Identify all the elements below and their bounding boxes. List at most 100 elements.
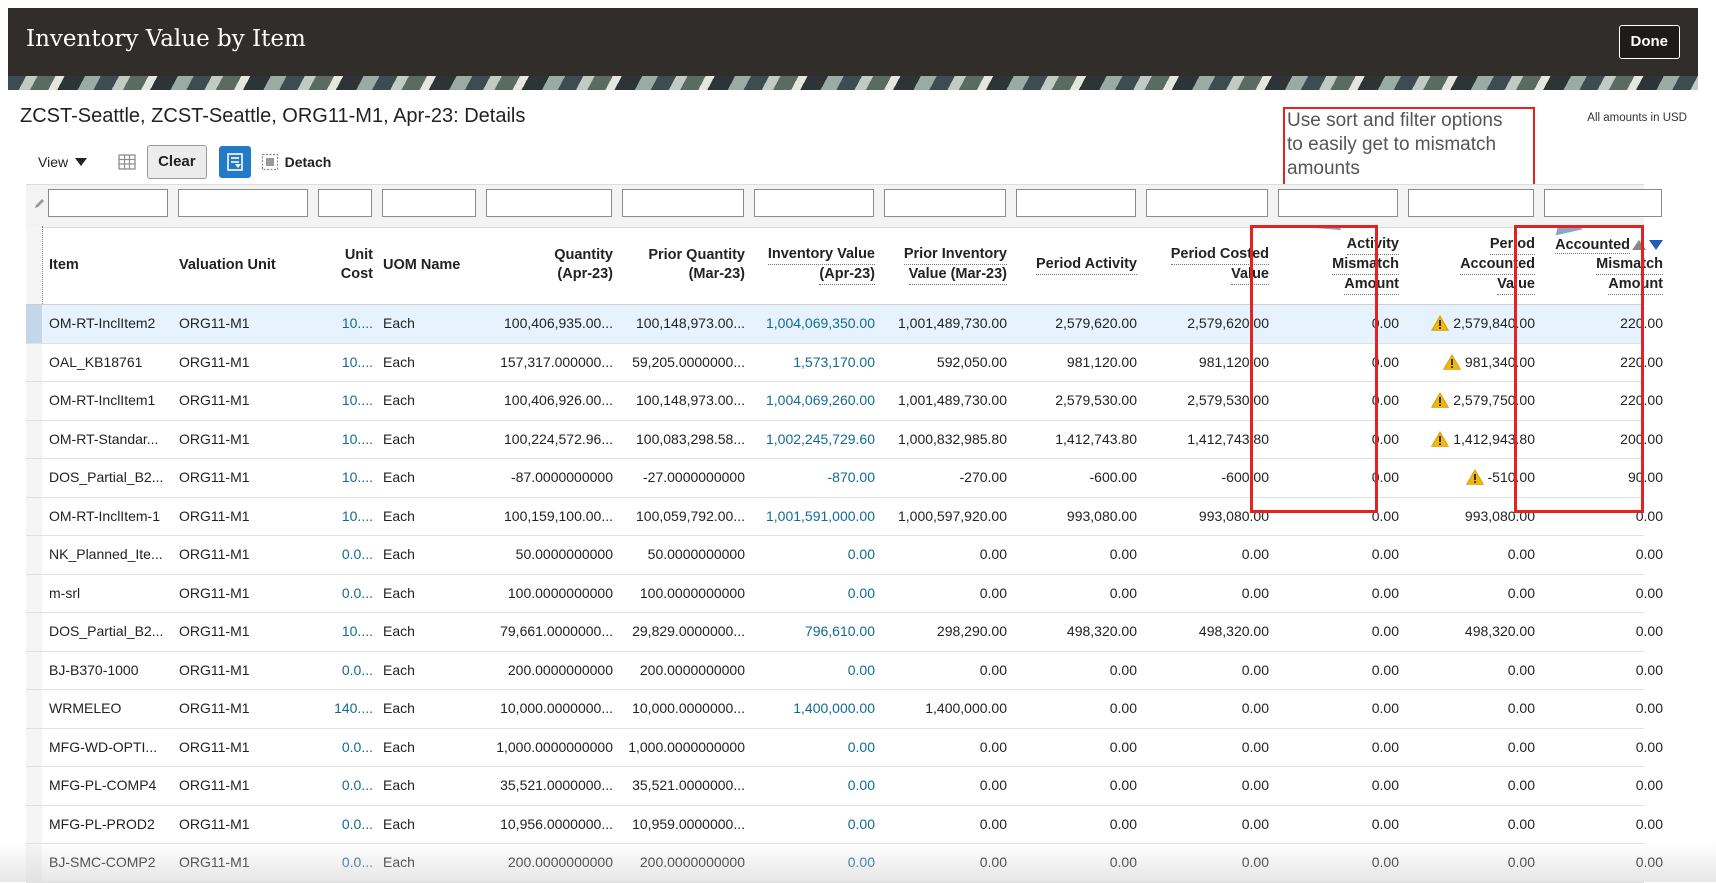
filter-input-activity[interactable] <box>1016 189 1136 217</box>
row-selector[interactable] <box>26 613 42 651</box>
row-selector[interactable] <box>26 459 42 497</box>
cell-inv-value[interactable]: 0.00 <box>750 806 880 844</box>
column-header-inv-value[interactable]: Inventory Value (Apr-23) <box>750 226 880 304</box>
clear-button[interactable]: Clear <box>147 145 207 179</box>
row-selector[interactable] <box>26 690 42 728</box>
row-selector[interactable] <box>26 343 42 381</box>
row-selector[interactable] <box>26 728 42 766</box>
detach-button[interactable]: Detach <box>261 153 331 171</box>
table-row[interactable]: BJ-B370-1000 ORG11-M1 0.0... Each 200.000000… <box>26 651 1663 690</box>
cell-cost[interactable]: 10.... <box>314 498 378 536</box>
table-row[interactable]: OM-RT-InclItem1 ORG11-M1 10.... Each 100,406… <box>26 382 1663 421</box>
cell-inv-value[interactable]: 1,573,170.00 <box>750 344 880 382</box>
filter-input-accounted[interactable] <box>1408 189 1534 217</box>
view-menu[interactable]: View <box>38 154 88 170</box>
row-selector[interactable] <box>26 305 42 343</box>
cell-inv-value[interactable]: -870.00 <box>750 459 880 497</box>
cell-inv-value[interactable]: 0.00 <box>750 652 880 690</box>
freeze-columns-icon[interactable] <box>117 152 137 172</box>
row-selector[interactable] <box>26 382 42 420</box>
filter-input-costed[interactable] <box>1146 189 1268 217</box>
done-button[interactable]: Done <box>1618 25 1680 59</box>
filter-input-unit[interactable] <box>178 189 308 217</box>
chevron-down-icon <box>75 158 88 166</box>
cell-cost[interactable]: 0.0... <box>314 806 378 844</box>
query-by-example-button[interactable] <box>218 146 251 178</box>
table-row[interactable]: MFG-PL-COMP4 ORG11-M1 0.0... Each 35,521.000… <box>26 767 1663 806</box>
cell-act-mismatch: 0.00 <box>1274 806 1404 844</box>
column-header-costed[interactable]: Period Costed Value <box>1142 226 1274 304</box>
sort-ascending-icon[interactable] <box>1632 239 1646 250</box>
cell-cost[interactable]: 10.... <box>314 459 378 497</box>
row-selector[interactable] <box>26 844 42 882</box>
filter-input-acc-mismatch[interactable] <box>1544 189 1662 217</box>
cell-inv-value[interactable]: 0.00 <box>750 767 880 805</box>
cell-inv-value[interactable]: 0.00 <box>750 575 880 613</box>
table-row[interactable]: OAL_KB18761 ORG11-M1 10.... Each 157,317.000… <box>26 343 1663 382</box>
cell-inv-value[interactable]: 1,400,000.00 <box>750 690 880 728</box>
column-header-acc-mismatch[interactable]: Accounted Mismatch Amount <box>1540 226 1668 304</box>
table-row[interactable]: DOS_Partial_B2... ORG11-M1 10.... Each -87.0… <box>26 459 1663 498</box>
cell-cost[interactable]: 0.0... <box>314 575 378 613</box>
filter-input-act-mismatch[interactable] <box>1278 189 1398 217</box>
cell-inv-value[interactable]: 1,001,591,000.00 <box>750 498 880 536</box>
column-header-activity[interactable]: Period Activity <box>1012 226 1142 304</box>
cell-inv-value[interactable]: 1,004,069,350.00 <box>750 305 880 343</box>
table-row[interactable]: MFG-PL-PROD2 ORG11-M1 0.0... Each 10,956.000… <box>26 805 1663 844</box>
filter-input-cost[interactable] <box>318 189 372 217</box>
cell-inv-value[interactable]: 1,002,245,729.60 <box>750 421 880 459</box>
cell-value: 0.00 <box>847 584 875 601</box>
column-header-act-mismatch[interactable]: Activity Mismatch Amount <box>1274 226 1404 304</box>
column-header-prior-inv[interactable]: Prior Inventory Value (Mar-23) <box>880 226 1012 304</box>
filter-input-prior-qty[interactable] <box>622 189 744 217</box>
cell-cost[interactable]: 10.... <box>314 421 378 459</box>
cell-inv-value[interactable]: 796,610.00 <box>750 613 880 651</box>
table-row[interactable]: WRMELEO ORG11-M1 140.... Each 10,000.0000000… <box>26 690 1663 729</box>
column-header-unit[interactable]: Valuation Unit <box>174 226 314 304</box>
cell-cost[interactable]: 10.... <box>314 344 378 382</box>
sort-descending-icon[interactable] <box>1649 239 1663 250</box>
filter-input-uom[interactable] <box>382 189 476 217</box>
column-header-uom[interactable]: UOM Name <box>378 226 482 304</box>
table-row[interactable]: OM-RT-InclItem2 ORG11-M1 10.... Each 100,406… <box>26 305 1663 344</box>
cell-cost[interactable]: 10.... <box>314 382 378 420</box>
cell-inv-value[interactable]: 0.00 <box>750 536 880 574</box>
cell-cost[interactable]: 10.... <box>314 305 378 343</box>
column-header-item[interactable]: Item <box>44 226 174 304</box>
cell-accounted: 0.00 <box>1404 729 1540 767</box>
cell-inv-value[interactable]: 0.00 <box>750 729 880 767</box>
cell-cost[interactable]: 0.0... <box>314 767 378 805</box>
row-selector[interactable] <box>26 536 42 574</box>
cell-cost[interactable]: 0.0... <box>314 536 378 574</box>
cell-cost[interactable]: 0.0... <box>314 729 378 767</box>
cell-cost[interactable]: 10.... <box>314 613 378 651</box>
column-header-accounted[interactable]: Period Accounted Value <box>1404 226 1540 304</box>
column-header-cost[interactable]: Unit Cost <box>314 226 378 304</box>
table-row[interactable]: OM-RT-Standar... ORG11-M1 10.... Each 100,22… <box>26 420 1663 459</box>
table-row[interactable]: NK_Planned_Ite... ORG11-M1 0.0... Each 50.00… <box>26 536 1663 575</box>
row-selector[interactable] <box>26 574 42 612</box>
filter-input-prior-inv[interactable] <box>884 189 1006 217</box>
row-selector[interactable] <box>26 805 42 843</box>
cell-accounted: 0.00 <box>1404 575 1540 613</box>
filter-input-qty[interactable] <box>486 189 612 217</box>
table-row[interactable]: OM-RT-InclItem-1 ORG11-M1 10.... Each 100,15… <box>26 497 1663 536</box>
cell-cost[interactable]: 0.0... <box>314 844 378 882</box>
filter-input-inv-value[interactable] <box>754 189 874 217</box>
filter-input-item[interactable] <box>48 189 168 217</box>
cell-cost[interactable]: 140.... <box>314 690 378 728</box>
cell-cost[interactable]: 0.0... <box>314 652 378 690</box>
row-selector[interactable] <box>26 497 42 535</box>
row-selector[interactable] <box>26 420 42 458</box>
table-row[interactable]: DOS_Partial_B2... ORG11-M1 10.... Each 79,66… <box>26 613 1663 652</box>
column-header-prior-qty[interactable]: Prior Quantity (Mar-23) <box>618 226 750 304</box>
cell-inv-value[interactable]: 0.00 <box>750 844 880 882</box>
cell-accounted: 2,579,750.00 <box>1404 382 1540 420</box>
table-row[interactable]: BJ-SMC-COMP2 ORG11-M1 0.0... Each 200.000000… <box>26 844 1663 883</box>
row-selector[interactable] <box>26 651 42 689</box>
table-row[interactable]: m-srl ORG11-M1 0.0... Each 100.0000000000 100… <box>26 574 1663 613</box>
table-row[interactable]: MFG-WD-OPTI... ORG11-M1 0.0... Each 1,000.00… <box>26 728 1663 767</box>
cell-inv-value[interactable]: 1,004,069,260.00 <box>750 382 880 420</box>
row-selector[interactable] <box>26 767 42 805</box>
column-header-qty[interactable]: Quantity (Apr-23) <box>482 226 618 304</box>
